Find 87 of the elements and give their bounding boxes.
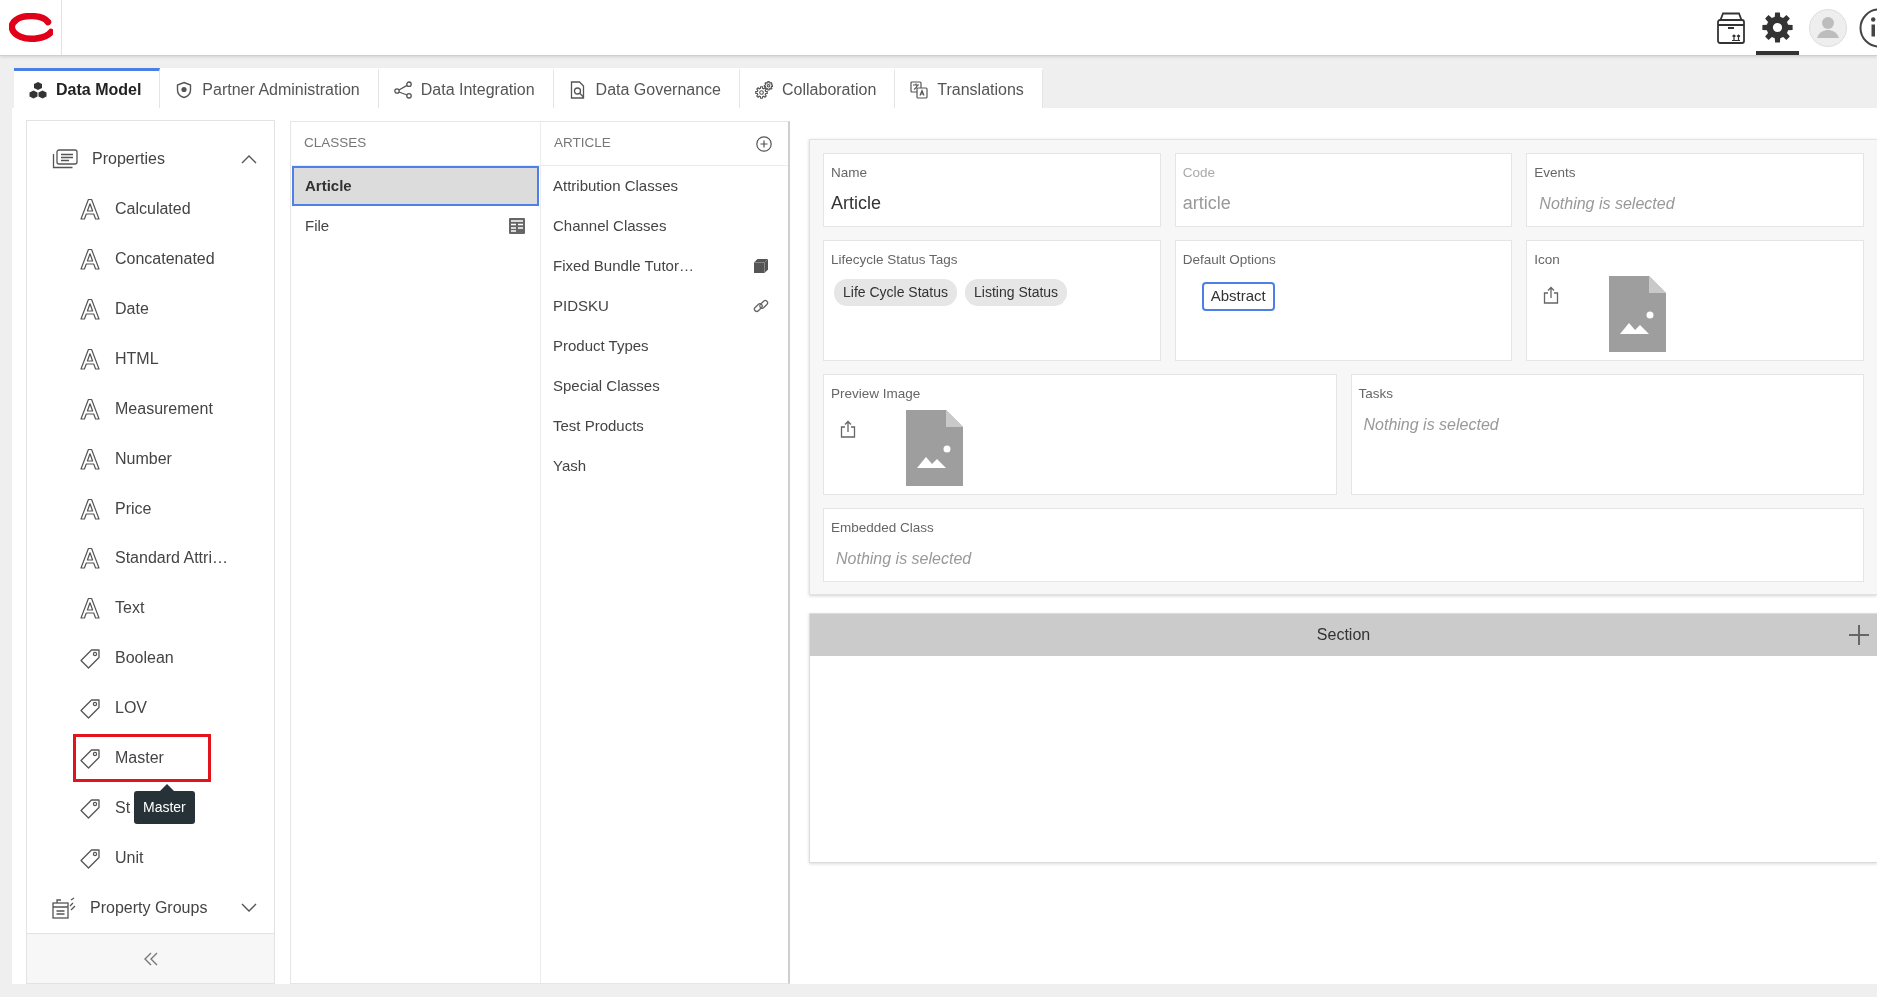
class-item[interactable]: Product Types <box>542 326 787 366</box>
letter-a-icon <box>79 197 101 220</box>
tab[interactable]: Data Model <box>14 68 161 108</box>
logo-icon[interactable] <box>8 12 53 43</box>
sidebar-item[interactable]: Text <box>73 584 148 633</box>
tab[interactable]: Data Integration <box>378 68 554 108</box>
field-label: Tasks <box>1358 385 1393 403</box>
sidebar-item[interactable]: Date <box>73 284 152 333</box>
tab[interactable]: Collaboration <box>740 68 896 108</box>
class-item[interactable]: Article <box>292 166 539 206</box>
shield-icon <box>175 80 194 99</box>
field-label: Preview Image <box>831 385 921 403</box>
option-toggle[interactable]: Abstract <box>1201 282 1275 311</box>
sidebar-item[interactable]: Concatenated <box>73 234 218 283</box>
letter-a-icon <box>79 547 101 570</box>
tooltip-arrow-icon <box>160 784 174 792</box>
plus-circle-icon[interactable] <box>756 135 772 152</box>
text-field[interactable]: Article <box>831 189 1153 217</box>
tag-icon <box>79 697 101 720</box>
translate-icon <box>910 80 929 99</box>
field-label: Name <box>831 164 867 182</box>
sidebar-item[interactable]: Standard Attri… <box>73 534 231 583</box>
letter-a-icon <box>79 447 101 470</box>
upload-icon[interactable] <box>840 420 856 438</box>
column-header: CLASSES <box>304 134 367 153</box>
upload-icon[interactable] <box>1543 286 1560 304</box>
field-label: Default Options <box>1182 251 1276 269</box>
field-label: Code <box>1182 164 1215 182</box>
tab[interactable]: Translations <box>895 68 1043 108</box>
letter-a-icon <box>79 347 101 370</box>
box-icon <box>1717 11 1745 44</box>
column-header: ARTICLE <box>554 134 611 153</box>
tag-icon <box>79 747 101 770</box>
image-placeholder-icon <box>1609 276 1667 352</box>
class-item[interactable]: PIDSKU <box>542 286 787 326</box>
sidebar-item[interactable]: Measurement <box>73 384 216 433</box>
cards-icon <box>52 148 78 169</box>
letter-a-icon <box>79 497 101 520</box>
image-placeholder-icon <box>906 410 963 486</box>
field-label: Embedded Class <box>831 519 934 537</box>
class-item[interactable]: Fixed Bundle Tutor… <box>542 246 787 286</box>
field-label: Lifecycle Status Tags <box>831 251 958 269</box>
group-toggle[interactable]: Properties <box>27 134 274 184</box>
sidebar-item[interactable]: Price <box>73 484 155 533</box>
tab[interactable]: Data Governance <box>553 68 740 108</box>
cubes-icon <box>29 80 47 99</box>
nodes-icon <box>393 80 412 99</box>
plus-icon[interactable] <box>1849 625 1869 645</box>
field-label: Icon <box>1534 251 1560 269</box>
sidebar-item[interactable]: Master <box>73 734 211 783</box>
group-toggle[interactable]: Property Groups <box>27 883 274 933</box>
grid-list-icon <box>52 897 76 920</box>
gears-icon <box>755 80 773 99</box>
document-search-icon <box>568 80 587 99</box>
tooltip: Master <box>134 791 195 825</box>
class-item[interactable]: Special Classes <box>542 366 787 406</box>
tag-icon <box>79 797 101 820</box>
status-tag[interactable]: Listing Status <box>965 279 1068 306</box>
sidebar-item[interactable]: St <box>73 784 134 833</box>
letter-a-icon <box>79 247 101 270</box>
tag-icon <box>79 847 101 870</box>
sidebar-item[interactable]: LOV <box>73 684 150 733</box>
tag-icon <box>79 647 101 670</box>
class-item[interactable]: File <box>292 206 539 246</box>
section-title: Section <box>1315 625 1372 645</box>
cube-icon <box>753 258 769 274</box>
sidebar-item[interactable]: Number <box>73 434 175 483</box>
tab[interactable]: Partner Administration <box>160 68 379 108</box>
status-tag[interactable]: Life Cycle Status <box>834 279 958 306</box>
sidebar-item[interactable]: Unit <box>73 834 147 883</box>
info-icon <box>1857 7 1877 48</box>
avatar-icon <box>1809 8 1847 47</box>
double-chevron-left-icon <box>142 951 159 966</box>
letter-a-icon <box>79 397 101 420</box>
gear-icon <box>1761 12 1794 43</box>
form-icon <box>509 218 525 234</box>
field-label: Events <box>1534 164 1576 182</box>
sidebar-item[interactable]: Calculated <box>73 184 194 233</box>
class-item[interactable]: Test Products <box>542 406 787 446</box>
letter-a-icon <box>79 297 101 320</box>
sidebar-item[interactable]: HTML <box>73 334 162 383</box>
class-item[interactable]: Channel Classes <box>542 206 787 246</box>
class-item[interactable]: Yash <box>542 446 787 486</box>
class-item[interactable]: Attribution Classes <box>542 166 787 206</box>
sidebar-item[interactable]: Boolean <box>73 634 177 683</box>
letter-a-icon <box>79 597 101 620</box>
link-icon <box>753 298 769 314</box>
